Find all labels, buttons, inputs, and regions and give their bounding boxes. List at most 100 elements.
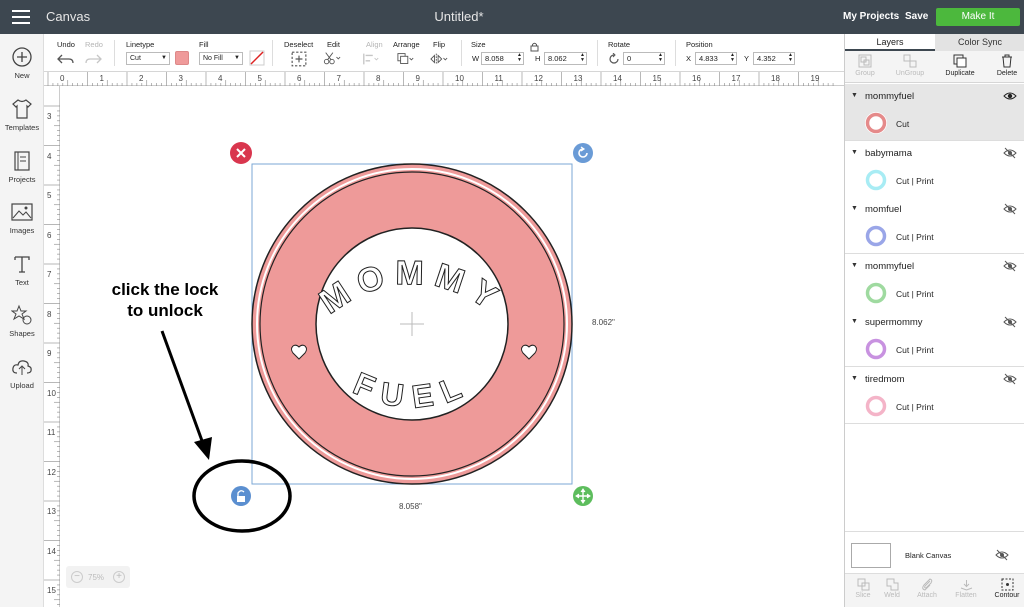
stepper-icon[interactable]: ▲ ▼: [580, 53, 585, 63]
arrange-icon[interactable]: [397, 51, 415, 67]
undo-icon[interactable]: [57, 51, 75, 67]
sidebar-item-text[interactable]: Text: [0, 253, 44, 301]
group-icon: [858, 54, 872, 68]
contour-label: Contour: [994, 592, 1020, 599]
height-axis-label: H: [535, 54, 541, 63]
stepper-icon[interactable]: ▲ ▼: [517, 53, 522, 63]
tab-layers[interactable]: Layers: [845, 34, 935, 51]
tab-color-sync[interactable]: Color Sync: [935, 34, 1024, 51]
redo-icon[interactable]: [84, 51, 102, 67]
delete-handle-icon[interactable]: [230, 142, 252, 164]
eye-icon[interactable]: [1003, 90, 1017, 102]
eye-hidden-icon[interactable]: [1003, 373, 1017, 385]
group-button[interactable]: Group: [845, 54, 885, 77]
deselect-icon[interactable]: [290, 51, 308, 67]
ruler-tick-label: 11: [494, 74, 503, 83]
ruler-tick-label: 6: [47, 230, 52, 240]
ungroup-button[interactable]: UnGroup: [890, 54, 930, 77]
ruler-ticks: [47, 72, 834, 86]
y-position-field[interactable]: 4.352 ▲ ▼: [753, 52, 795, 65]
layer-thumbnail: [865, 338, 887, 360]
edit-toolbar: Undo Redo Linetype Cut ▼ Fill No Fill ▼ De…: [44, 34, 844, 72]
chevron-down-icon[interactable]: ▼: [851, 149, 858, 156]
arrange-label: Arrange: [393, 40, 420, 49]
ruler-tick-label: 4: [218, 74, 223, 83]
width-field[interactable]: 8.058 ▲ ▼: [481, 52, 524, 65]
eye-hidden-icon[interactable]: [1003, 316, 1017, 328]
my-projects-link[interactable]: My Projects: [843, 11, 899, 22]
edit-scissors-icon[interactable]: [323, 50, 341, 66]
contour-button[interactable]: Contour: [989, 578, 1024, 599]
zoom-out-icon[interactable]: −: [71, 571, 83, 583]
layer-row[interactable]: ▼ mommyfuel Cut | Print: [845, 253, 1024, 311]
attach-label: Attach: [917, 592, 937, 599]
ruler-tick-label: 13: [573, 74, 583, 83]
fill-select[interactable]: No Fill ▼: [199, 52, 243, 65]
fill-label: Fill: [199, 40, 209, 49]
layer-thumbnail: [865, 394, 887, 417]
width-dimension-label: 8.058": [399, 502, 422, 511]
layer-row[interactable]: ▼ momfuel Cut | Print: [845, 197, 1024, 254]
chevron-down-icon[interactable]: ▼: [851, 205, 858, 212]
chevron-down-icon[interactable]: ▼: [851, 375, 858, 382]
layer-row[interactable]: ▼ mommyfuel Cut: [845, 84, 1024, 141]
linetype-select[interactable]: Cut ▼: [126, 52, 170, 65]
zoom-in-icon[interactable]: +: [113, 571, 125, 583]
layer-row[interactable]: ▼ tiredmom Cut | Print: [845, 366, 1024, 424]
sidebar-item-templates[interactable]: Templates: [0, 98, 44, 146]
ruler-tick-label: 15: [652, 74, 662, 83]
chevron-down-icon: ▼: [234, 55, 240, 61]
ruler-tick-label: 5: [47, 191, 52, 200]
sidebar-item-label: Projects: [8, 175, 36, 184]
eye-hidden-icon[interactable]: [995, 549, 1009, 561]
stepper-icon[interactable]: ▲ ▼: [658, 53, 663, 63]
chevron-down-icon[interactable]: ▼: [851, 92, 858, 99]
sidebar-item-upload[interactable]: Upload: [0, 356, 44, 404]
flip-icon[interactable]: [430, 51, 448, 67]
weld-button[interactable]: Weld: [874, 578, 910, 599]
eye-hidden-icon[interactable]: [1003, 203, 1017, 215]
sidebar-item-shapes[interactable]: Shapes: [0, 304, 44, 352]
layer-type: Cut | Print: [896, 345, 934, 355]
linetype-value: Cut: [130, 55, 141, 62]
stepper-icon[interactable]: ▲ ▼: [788, 53, 793, 63]
flatten-button[interactable]: Flatten: [948, 578, 984, 599]
ruler-tick-label: 17: [731, 74, 741, 83]
ruler-ticks: [44, 105, 60, 605]
rotate-label: Rotate: [608, 40, 631, 49]
toolbar-divider: [114, 40, 115, 66]
stepper-icon[interactable]: ▲ ▼: [730, 53, 735, 63]
blank-canvas-row[interactable]: Blank Canvas: [845, 531, 1024, 573]
rotate-handle-icon[interactable]: [573, 143, 593, 163]
layer-row[interactable]: ▼ supermommy Cut | Print: [845, 310, 1024, 367]
weld-label: Weld: [884, 592, 900, 599]
duplicate-button[interactable]: Duplicate: [940, 54, 980, 77]
sidebar-item-new[interactable]: New: [0, 46, 44, 94]
sidebar-item-images[interactable]: Images: [0, 201, 44, 249]
height-field[interactable]: 8.062 ▲ ▼: [544, 52, 587, 65]
top-bar: Canvas Untitled* My Projects Save Make I…: [0, 0, 1024, 34]
chevron-down-icon[interactable]: ▼: [851, 318, 858, 325]
delete-button[interactable]: Delete: [987, 54, 1024, 77]
save-link[interactable]: Save: [905, 11, 928, 22]
align-icon[interactable]: [362, 51, 380, 67]
linetype-color-swatch[interactable]: [175, 51, 189, 65]
chevron-down-icon[interactable]: ▼: [851, 262, 858, 269]
attach-button[interactable]: Attach: [909, 578, 945, 599]
size-lock-icon[interactable]: [530, 42, 539, 52]
resize-handle-icon[interactable]: [573, 486, 593, 506]
no-fill-swatch-icon[interactable]: [248, 50, 266, 66]
layer-row[interactable]: ▼ babymama Cut | Print: [845, 140, 1024, 198]
rotate-field[interactable]: 0 ▲ ▼: [623, 52, 665, 65]
eye-hidden-icon[interactable]: [1003, 147, 1017, 159]
design-canvas[interactable]: MOMMY FUEL click the lock to unlock 8.06…: [60, 86, 844, 607]
width-axis-label: W: [472, 54, 480, 63]
x-position-field[interactable]: 4.833 ▲ ▼: [695, 52, 737, 65]
layers-panel: Layers Color Sync Group UnGroup Duplicat…: [844, 34, 1024, 607]
make-it-button[interactable]: Make It: [936, 8, 1020, 26]
sidebar-item-projects[interactable]: Projects: [0, 150, 44, 198]
ruler-tick-label: 2: [139, 74, 144, 83]
sidebar-item-label: Templates: [4, 123, 40, 132]
eye-hidden-icon[interactable]: [1003, 260, 1017, 272]
lock-handle-icon[interactable]: [231, 486, 251, 506]
